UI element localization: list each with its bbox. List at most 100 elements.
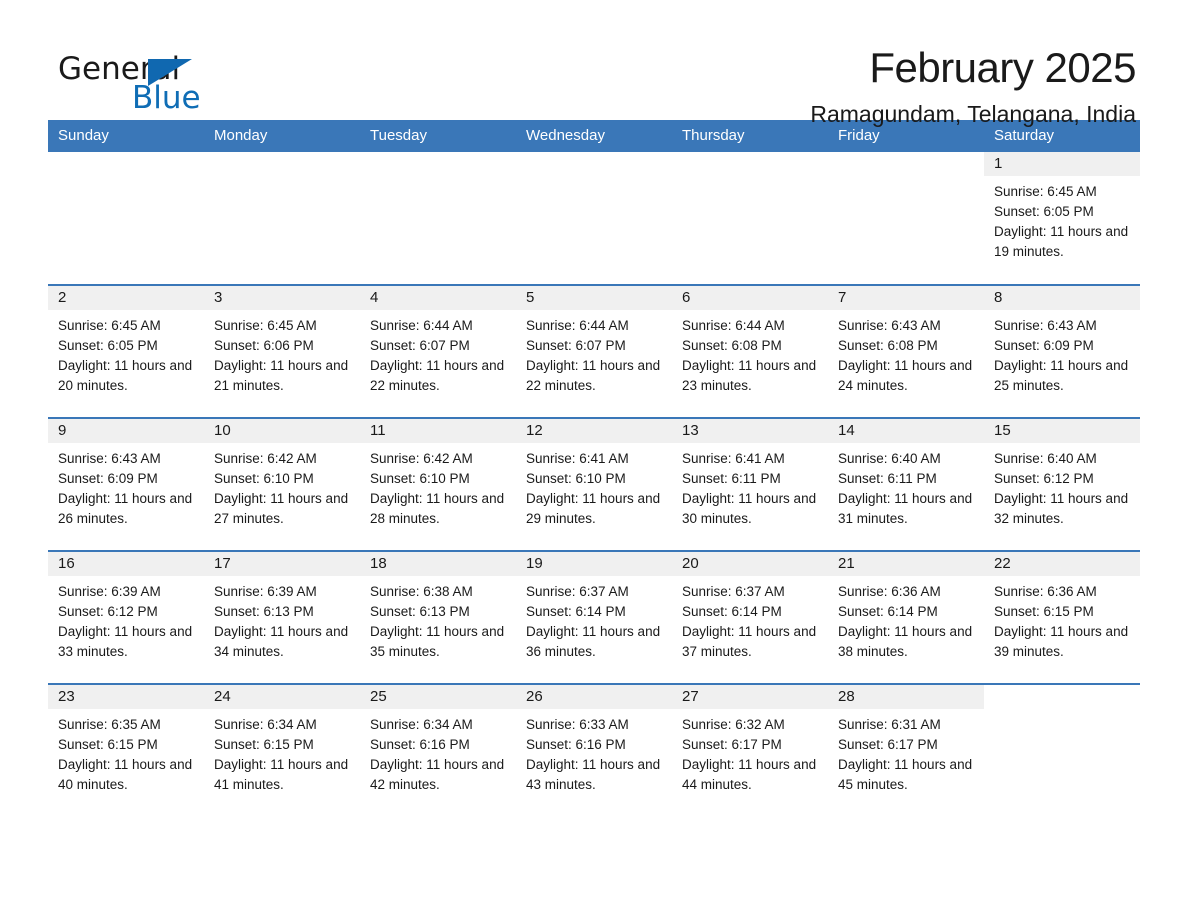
sunset-text: Sunset: 6:10 PM xyxy=(370,471,470,486)
day-details: Sunrise: 6:33 AM Sunset: 6:16 PM Daylight:… xyxy=(516,709,672,795)
daylight-text: Daylight: 11 hours and 19 minutes. xyxy=(994,224,1129,259)
sunset-text: Sunset: 6:15 PM xyxy=(214,737,314,752)
calendar-day-cell[interactable]: 7 Sunrise: 6:43 AM Sunset: 6:08 PM Daylight… xyxy=(828,284,984,418)
sunset-text: Sunset: 6:07 PM xyxy=(370,338,470,353)
calendar-day-cell[interactable]: 19 Sunrise: 6:37 AM Sunset: 6:14 PM Dayligh… xyxy=(516,550,672,684)
calendar-day-cell[interactable]: 1 Sunrise: 6:45 AM Sunset: 6:05 PM Daylight… xyxy=(984,152,1140,285)
day-number: 22 xyxy=(984,552,1140,576)
calendar-day-cell[interactable]: 23 Sunrise: 6:35 AM Sunset: 6:15 PM Dayligh… xyxy=(48,683,204,817)
calendar-day-cell[interactable]: 22 Sunrise: 6:36 AM Sunset: 6:15 PM Dayligh… xyxy=(984,550,1140,684)
calendar-cell-empty xyxy=(204,152,360,285)
page-title: February 2025 xyxy=(869,44,1136,91)
sunset-text: Sunset: 6:09 PM xyxy=(58,471,158,486)
daylight-text: Daylight: 11 hours and 34 minutes. xyxy=(214,624,349,659)
day-number: 7 xyxy=(828,286,984,310)
day-details: Sunrise: 6:42 AM Sunset: 6:10 PM Daylight:… xyxy=(204,443,360,529)
daylight-text: Daylight: 11 hours and 38 minutes. xyxy=(838,624,973,659)
calendar-day-cell[interactable]: 2 Sunrise: 6:45 AM Sunset: 6:05 PM Daylight… xyxy=(48,284,204,418)
calendar-day-cell[interactable]: 3 Sunrise: 6:45 AM Sunset: 6:06 PM Daylight… xyxy=(204,284,360,418)
daylight-text: Daylight: 11 hours and 23 minutes. xyxy=(682,358,817,393)
sunrise-sunset-calendar: Sunday Monday Tuesday Wednesday Thursday… xyxy=(48,120,1140,817)
sunrise-text: Sunrise: 6:31 AM xyxy=(838,717,941,732)
daylight-text: Daylight: 11 hours and 20 minutes. xyxy=(58,358,193,393)
calendar-day-cell[interactable]: 8 Sunrise: 6:43 AM Sunset: 6:09 PM Daylight… xyxy=(984,284,1140,418)
location-subtitle: Ramagundam, Telangana, India xyxy=(810,101,1136,128)
day-details: Sunrise: 6:40 AM Sunset: 6:11 PM Daylight:… xyxy=(828,443,984,529)
daylight-text: Daylight: 11 hours and 33 minutes. xyxy=(58,624,193,659)
sunrise-text: Sunrise: 6:33 AM xyxy=(526,717,629,732)
calendar-week-row: 23 Sunrise: 6:35 AM Sunset: 6:15 PM Dayligh… xyxy=(48,683,1140,817)
sunrise-text: Sunrise: 6:43 AM xyxy=(838,318,941,333)
day-number: 16 xyxy=(48,552,204,576)
daylight-text: Daylight: 11 hours and 45 minutes. xyxy=(838,757,973,792)
calendar-cell-empty xyxy=(48,152,204,285)
day-number: 17 xyxy=(204,552,360,576)
calendar-day-cell[interactable]: 10 Sunrise: 6:42 AM Sunset: 6:10 PM Dayligh… xyxy=(204,417,360,551)
calendar-day-cell[interactable]: 28 Sunrise: 6:31 AM Sunset: 6:17 PM Dayligh… xyxy=(828,683,984,817)
daylight-text: Daylight: 11 hours and 22 minutes. xyxy=(370,358,505,393)
sunrise-text: Sunrise: 6:40 AM xyxy=(838,451,941,466)
calendar-day-cell[interactable]: 24 Sunrise: 6:34 AM Sunset: 6:15 PM Dayligh… xyxy=(204,683,360,817)
sunset-text: Sunset: 6:08 PM xyxy=(838,338,938,353)
day-details: Sunrise: 6:43 AM Sunset: 6:09 PM Daylight:… xyxy=(48,443,204,529)
day-details: Sunrise: 6:45 AM Sunset: 6:05 PM Daylight:… xyxy=(984,176,1140,262)
calendar-day-cell[interactable]: 27 Sunrise: 6:32 AM Sunset: 6:17 PM Dayligh… xyxy=(672,683,828,817)
day-number: 8 xyxy=(984,286,1140,310)
sunset-text: Sunset: 6:13 PM xyxy=(370,604,470,619)
day-number: 13 xyxy=(672,419,828,443)
day-number: 3 xyxy=(204,286,360,310)
day-number: 21 xyxy=(828,552,984,576)
sunrise-text: Sunrise: 6:39 AM xyxy=(58,584,161,599)
sunrise-text: Sunrise: 6:44 AM xyxy=(526,318,629,333)
day-details: Sunrise: 6:44 AM Sunset: 6:08 PM Daylight:… xyxy=(672,310,828,396)
calendar-day-cell[interactable]: 6 Sunrise: 6:44 AM Sunset: 6:08 PM Daylight… xyxy=(672,284,828,418)
calendar-day-cell[interactable]: 9 Sunrise: 6:43 AM Sunset: 6:09 PM Daylight… xyxy=(48,417,204,551)
day-number: 9 xyxy=(48,419,204,443)
calendar-day-cell[interactable]: 5 Sunrise: 6:44 AM Sunset: 6:07 PM Daylight… xyxy=(516,284,672,418)
calendar-week-row: 9 Sunrise: 6:43 AM Sunset: 6:09 PM Daylight… xyxy=(48,417,1140,551)
calendar-day-cell[interactable]: 16 Sunrise: 6:39 AM Sunset: 6:12 PM Dayligh… xyxy=(48,550,204,684)
calendar-day-cell[interactable]: 11 Sunrise: 6:42 AM Sunset: 6:10 PM Dayligh… xyxy=(360,417,516,551)
calendar-day-cell[interactable]: 20 Sunrise: 6:37 AM Sunset: 6:14 PM Dayligh… xyxy=(672,550,828,684)
day-number-placeholder xyxy=(360,152,516,176)
day-number: 20 xyxy=(672,552,828,576)
day-details: Sunrise: 6:44 AM Sunset: 6:07 PM Daylight:… xyxy=(360,310,516,396)
day-number: 15 xyxy=(984,419,1140,443)
calendar-day-cell[interactable]: 15 Sunrise: 6:40 AM Sunset: 6:12 PM Dayligh… xyxy=(984,417,1140,551)
day-details: Sunrise: 6:37 AM Sunset: 6:14 PM Daylight:… xyxy=(672,576,828,662)
daylight-text: Daylight: 11 hours and 42 minutes. xyxy=(370,757,505,792)
sunrise-text: Sunrise: 6:39 AM xyxy=(214,584,317,599)
logo-text-blue: Blue xyxy=(132,80,201,116)
sunset-text: Sunset: 6:12 PM xyxy=(58,604,158,619)
sunrise-text: Sunrise: 6:36 AM xyxy=(838,584,941,599)
calendar-day-cell[interactable]: 14 Sunrise: 6:40 AM Sunset: 6:11 PM Dayligh… xyxy=(828,417,984,551)
day-number: 14 xyxy=(828,419,984,443)
calendar-day-cell[interactable]: 12 Sunrise: 6:41 AM Sunset: 6:10 PM Dayligh… xyxy=(516,417,672,551)
daylight-text: Daylight: 11 hours and 29 minutes. xyxy=(526,491,661,526)
day-number: 5 xyxy=(516,286,672,310)
calendar-day-cell[interactable]: 17 Sunrise: 6:39 AM Sunset: 6:13 PM Dayligh… xyxy=(204,550,360,684)
day-details: Sunrise: 6:32 AM Sunset: 6:17 PM Daylight:… xyxy=(672,709,828,795)
calendar-day-cell[interactable]: 13 Sunrise: 6:41 AM Sunset: 6:11 PM Dayligh… xyxy=(672,417,828,551)
sunset-text: Sunset: 6:10 PM xyxy=(526,471,626,486)
day-details: Sunrise: 6:45 AM Sunset: 6:05 PM Daylight:… xyxy=(48,310,204,396)
sunset-text: Sunset: 6:14 PM xyxy=(838,604,938,619)
daylight-text: Daylight: 11 hours and 41 minutes. xyxy=(214,757,349,792)
calendar-week-row: 16 Sunrise: 6:39 AM Sunset: 6:12 PM Dayligh… xyxy=(48,550,1140,684)
day-details: Sunrise: 6:40 AM Sunset: 6:12 PM Daylight:… xyxy=(984,443,1140,529)
calendar-cell-empty xyxy=(360,152,516,285)
calendar-day-cell[interactable]: 26 Sunrise: 6:33 AM Sunset: 6:16 PM Dayligh… xyxy=(516,683,672,817)
calendar-body: 1 Sunrise: 6:45 AM Sunset: 6:05 PM Daylight… xyxy=(48,152,1140,817)
calendar-day-cell[interactable]: 25 Sunrise: 6:34 AM Sunset: 6:16 PM Dayligh… xyxy=(360,683,516,817)
calendar-day-cell[interactable]: 4 Sunrise: 6:44 AM Sunset: 6:07 PM Daylight… xyxy=(360,284,516,418)
calendar-day-cell[interactable]: 18 Sunrise: 6:38 AM Sunset: 6:13 PM Dayligh… xyxy=(360,550,516,684)
day-details: Sunrise: 6:35 AM Sunset: 6:15 PM Daylight:… xyxy=(48,709,204,795)
sunrise-text: Sunrise: 6:35 AM xyxy=(58,717,161,732)
calendar-day-cell[interactable]: 21 Sunrise: 6:36 AM Sunset: 6:14 PM Dayligh… xyxy=(828,550,984,684)
day-number-placeholder xyxy=(672,152,828,176)
day-number: 24 xyxy=(204,685,360,709)
sunrise-text: Sunrise: 6:32 AM xyxy=(682,717,785,732)
sunrise-text: Sunrise: 6:42 AM xyxy=(214,451,317,466)
general-blue-logo[interactable]: General Blue xyxy=(48,46,248,116)
daylight-text: Daylight: 11 hours and 44 minutes. xyxy=(682,757,817,792)
